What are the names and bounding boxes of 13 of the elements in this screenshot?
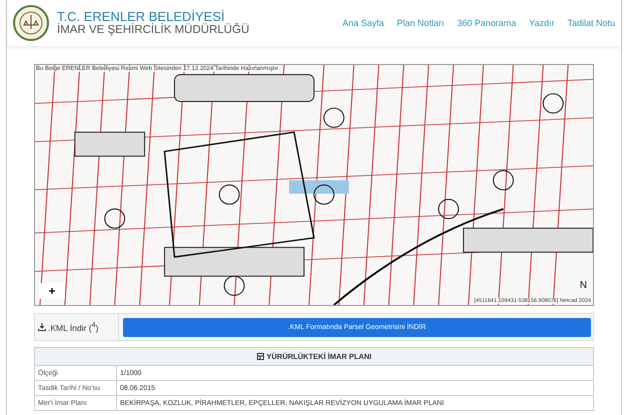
download-icon (38, 323, 46, 331)
site-title: T.C. ERENLER BELEDİYESİ (57, 10, 225, 24)
nav-link[interactable]: 360 Panorama (457, 18, 516, 28)
nav-link[interactable]: Yazdır (529, 18, 554, 28)
zoom-in-button[interactable]: + (39, 283, 65, 299)
kml-download-label: .KML İndir ($^{4}$) (48, 321, 98, 333)
nav-link[interactable]: Ana Sayfa (342, 18, 384, 28)
nav-link[interactable]: Plan Notları (397, 18, 444, 28)
nav-link[interactable]: Tadilat Notu (567, 18, 615, 28)
department-title: İMAR VE ŞEHİRCİLİK MÜDÜRLÜĞÜ (57, 24, 250, 36)
north-label: N (580, 280, 587, 291)
municipality-logo-icon (13, 5, 49, 41)
table-icon (256, 352, 264, 360)
